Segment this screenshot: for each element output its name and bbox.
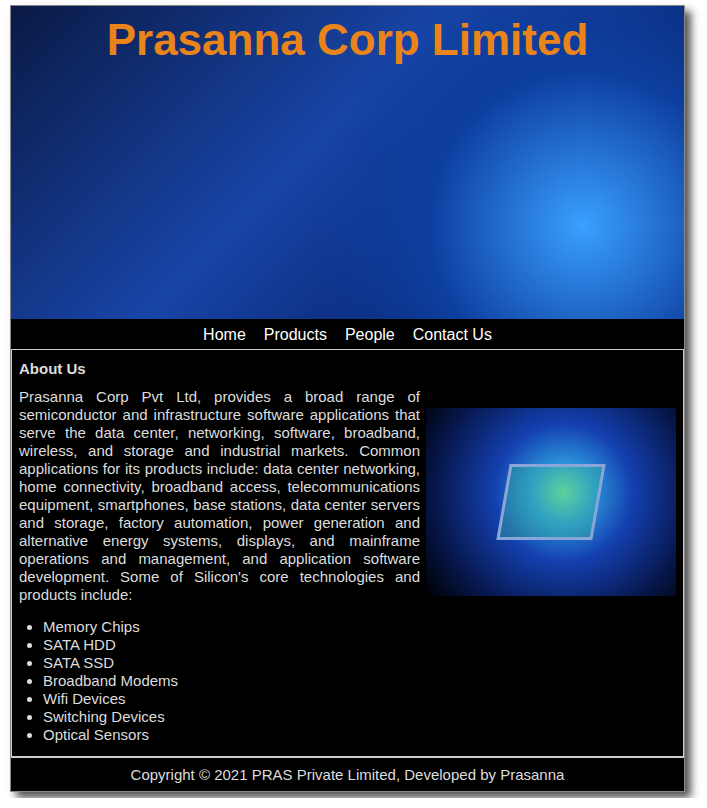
section-heading: About Us — [19, 360, 676, 378]
chip-shape — [496, 464, 605, 540]
product-item: Memory Chips — [43, 618, 676, 636]
nav-bar: Home Products People Contact Us — [11, 319, 684, 349]
about-row: Prasanna Corp Pvt Ltd, provides a broad … — [19, 388, 676, 604]
content-panel: About Us Prasanna Corp Pvt Ltd, provides … — [11, 349, 684, 757]
product-list: Memory ChipsSATA HDDSATA SSDBroadband Mo… — [19, 618, 676, 744]
site-title: Prasanna Corp Limited — [11, 14, 684, 66]
nav-link[interactable]: Contact Us — [413, 325, 492, 344]
product-item: SATA HDD — [43, 636, 676, 654]
header-banner: Prasanna Corp Limited — [11, 6, 684, 319]
page: Prasanna Corp Limited Home Products People C… — [0, 0, 707, 798]
nav-link[interactable]: Home — [203, 325, 246, 344]
product-item: Broadband Modems — [43, 672, 676, 690]
product-item: Switching Devices — [43, 708, 676, 726]
product-item: Optical Sensors — [43, 726, 676, 744]
about-paragraph: Prasanna Corp Pvt Ltd, provides a broad … — [19, 388, 420, 604]
footer: Copyright © 2021 PRAS Private Limited, D… — [11, 757, 684, 791]
chip-photo — [426, 408, 676, 596]
nav-link[interactable]: People — [345, 325, 395, 344]
nav-link[interactable]: Products — [264, 325, 327, 344]
site-container: Prasanna Corp Limited Home Products People C… — [10, 5, 685, 792]
product-item: Wifi Devices — [43, 690, 676, 708]
product-item: SATA SSD — [43, 654, 676, 672]
